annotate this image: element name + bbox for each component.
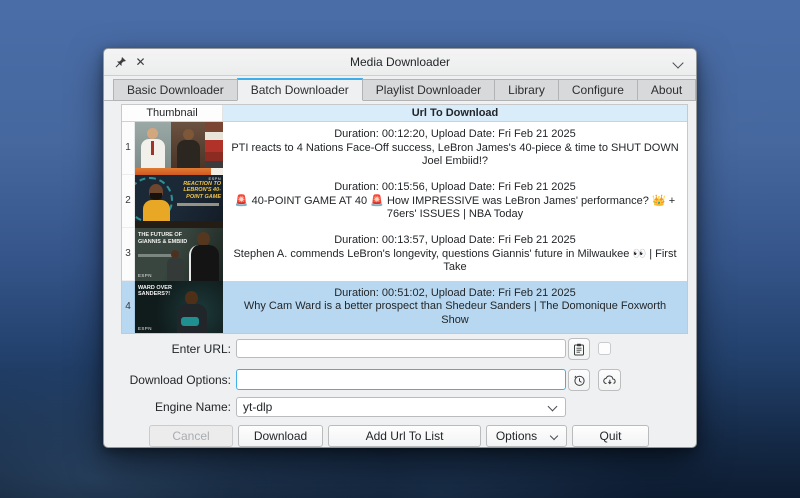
tab-playlist-downloader[interactable]: Playlist Downloader <box>362 79 495 101</box>
url-entry-text: Duration: 00:51:02, Upload Date: Fri Feb… <box>223 281 687 334</box>
desktop-wallpaper: ✕ Media Downloader Basic Downloader Batc… <box>0 0 800 498</box>
cancel-button[interactable]: Cancel <box>149 425 233 447</box>
table-header-row: Thumbnail Url To Download <box>122 105 687 122</box>
tab-configure[interactable]: Configure <box>558 79 638 101</box>
rail-block <box>205 122 223 132</box>
entry-duration: Duration: 00:13:57, Upload Date: Fri Feb… <box>231 234 679 248</box>
options-button-label: Options <box>496 429 537 443</box>
tab-library[interactable]: Library <box>494 79 559 101</box>
combo-chevron-down-icon <box>548 402 558 412</box>
row-number: 1 <box>122 122 135 175</box>
tab-about[interactable]: About <box>637 79 696 101</box>
host-silhouette <box>177 140 200 168</box>
table-row[interactable]: 3 The Future of Giannis & Embiid ESPN Du… <box>122 228 687 281</box>
batch-download-table: Thumbnail Url To Download 1 <box>121 104 688 334</box>
url-entry-text: Duration: 00:13:57, Upload Date: Fri Feb… <box>223 228 687 281</box>
team-badge-graphic <box>181 317 199 326</box>
player-silhouette <box>185 291 198 305</box>
entry-title: Stephen A. commends LeBron's longevity, … <box>231 248 679 275</box>
enter-url-label: Enter URL: <box>121 342 231 356</box>
table-row[interactable]: 1 <box>122 122 687 175</box>
row-number: 2 <box>122 175 135 229</box>
table-row[interactable]: 2 ESPN Reaction to LeBron's 40-point gam… <box>122 175 687 229</box>
download-options-label: Download Options: <box>121 373 231 387</box>
media-downloader-window: ✕ Media Downloader Basic Downloader Batc… <box>103 48 697 448</box>
entry-title: Why Cam Ward is a better prospect than S… <box>231 300 679 327</box>
host-silhouette <box>147 128 158 139</box>
side-graphics-rail <box>205 122 223 175</box>
paste-clipboard-button[interactable] <box>568 338 590 360</box>
thumbnail-image-lebron-reaction: ESPN Reaction to LeBron's 40-point game <box>135 175 223 229</box>
engine-name-label: Engine Name: <box>121 400 231 414</box>
titlebar[interactable]: ✕ Media Downloader <box>104 49 696 76</box>
player-silhouette <box>143 200 170 221</box>
tab-bar: Basic Downloader Batch Downloader Playli… <box>113 78 696 101</box>
options-menu-button[interactable]: Options <box>486 425 567 447</box>
cloud-download-icon <box>603 375 617 386</box>
host-tie <box>151 141 154 155</box>
column-header-url: Url To Download <box>223 105 687 121</box>
url-input[interactable] <box>236 339 566 358</box>
caption-subtext-bar <box>177 203 219 206</box>
options-history-button[interactable] <box>568 369 590 391</box>
host-silhouette <box>183 129 194 140</box>
row-number: 4 <box>122 281 135 334</box>
entry-title: PTI reacts to 4 Nations Face-Off success… <box>231 142 679 169</box>
add-url-to-list-button[interactable]: Add Url To List <box>328 425 481 447</box>
thumbnail-caption: The Future of Giannis & Embiid <box>138 232 188 245</box>
quit-button[interactable]: Quit <box>572 425 649 447</box>
caption-subtext-bar <box>138 254 172 257</box>
history-clock-icon <box>573 374 586 387</box>
player-silhouette <box>197 232 210 246</box>
options-chevron-down-icon <box>550 432 558 440</box>
player-silhouette <box>189 245 219 281</box>
column-header-thumbnail: Thumbnail <box>122 105 223 121</box>
espn-watermark: ESPN <box>138 273 152 278</box>
player-silhouette <box>167 258 184 281</box>
row-number: 3 <box>122 228 135 281</box>
clipboard-icon <box>573 343 585 356</box>
player-silhouette <box>150 193 162 200</box>
thumbnail-image-pti <box>135 122 223 175</box>
entry-duration: Duration: 00:51:02, Upload Date: Fri Feb… <box>231 287 679 301</box>
rail-block <box>205 140 223 152</box>
table-row-selected[interactable]: 4 Ward over Sanders?! ESPN Duration: 00:… <box>122 281 687 334</box>
url-entry-text: Duration: 00:12:20, Upload Date: Fri Feb… <box>223 122 687 175</box>
download-button[interactable]: Download <box>238 425 323 447</box>
window-title: Media Downloader <box>104 49 696 76</box>
espn-watermark: ESPN <box>138 326 152 331</box>
engine-selected-value: yt-dlp <box>243 400 272 414</box>
rail-block <box>205 152 223 161</box>
thumbnail-caption: Reaction to LeBron's 40-point game <box>171 181 221 201</box>
thumbnail-image-ward-sanders: Ward over Sanders?! ESPN <box>135 281 223 334</box>
entry-title: 🚨 40-POINT GAME AT 40 🚨 How IMPRESSIVE w… <box>231 195 679 222</box>
entry-duration: Duration: 00:12:20, Upload Date: Fri Feb… <box>231 128 679 142</box>
download-defaults-button[interactable] <box>598 369 621 391</box>
monitor-clipboard-checkbox[interactable] <box>598 342 611 355</box>
thumbnail-image-giannis-embiid: The Future of Giannis & Embiid ESPN <box>135 228 223 281</box>
entry-duration: Duration: 00:15:56, Upload Date: Fri Feb… <box>231 181 679 195</box>
rail-block <box>205 132 223 140</box>
download-options-input[interactable] <box>236 369 566 390</box>
thumbnail-caption: Ward over Sanders?! <box>138 285 184 298</box>
url-entry-text: Duration: 00:15:56, Upload Date: Fri Feb… <box>223 175 687 229</box>
rail-block <box>205 161 223 168</box>
tab-basic-downloader[interactable]: Basic Downloader <box>113 79 238 101</box>
court-floor <box>135 221 223 228</box>
tab-batch-downloader[interactable]: Batch Downloader <box>237 78 363 101</box>
engine-select[interactable]: yt-dlp <box>236 397 566 417</box>
